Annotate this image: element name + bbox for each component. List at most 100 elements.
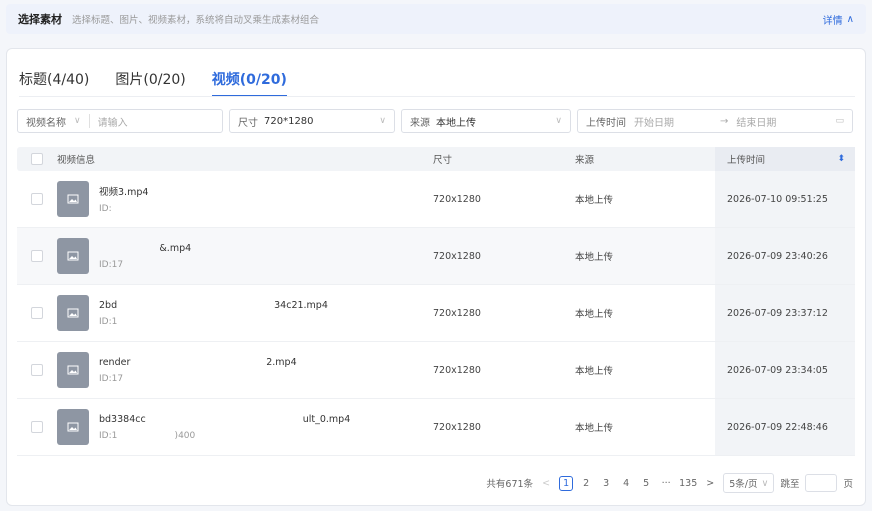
calendar-icon: ▭ <box>835 116 844 126</box>
video-id: ID: <box>99 204 112 214</box>
cell-time: 2026-07-09 23:37:12 <box>715 285 855 341</box>
divider <box>88 114 90 128</box>
row-checkbox[interactable] <box>31 307 43 319</box>
header-source: 来源 <box>575 155 595 166</box>
cell-size: 720x1280 <box>433 364 481 376</box>
image-icon <box>67 308 79 318</box>
select-all-checkbox[interactable] <box>31 153 43 165</box>
cell-time: 2026-07-09 23:34:05 <box>715 342 855 398</box>
row-checkbox[interactable] <box>31 421 43 433</box>
table-header: 视频信息 尺寸 来源 上传时间 ⬍ <box>17 147 855 171</box>
chevron-down-icon: ∨ <box>74 116 81 126</box>
table-row[interactable]: 视频3.mp4 ID: 720x1280 本地上传 2026-07-10 09:5… <box>17 171 855 228</box>
size-select[interactable]: 尺寸 720*1280 ∨ <box>229 109 395 133</box>
header-size: 尺寸 <box>433 155 453 166</box>
video-thumbnail <box>57 181 89 217</box>
source-value: 本地上传 <box>436 117 476 129</box>
video-id: ID:1 )400 <box>99 430 196 441</box>
more-pages[interactable]: ··· <box>659 478 673 489</box>
total-count: 共有671条 <box>486 479 534 490</box>
video-thumbnail <box>57 238 89 274</box>
material-header: 选择素材 选择标题、图片、视频素材，系统将自动叉乘生成素材组合 详情 ∧ <box>6 4 866 34</box>
end-date-input[interactable]: 结束日期 <box>736 114 776 129</box>
tab-divider <box>19 96 855 97</box>
page-3[interactable]: 3 <box>599 478 613 489</box>
table-row[interactable]: 2bd 34c21.mp4 ID:1 720x1280 本地上传 2026-07-… <box>17 285 855 342</box>
image-icon <box>67 422 79 432</box>
cell-size: 720x1280 <box>433 193 481 205</box>
page-2[interactable]: 2 <box>579 478 593 489</box>
header-time: 上传时间 <box>727 155 766 166</box>
cell-source: 本地上传 <box>575 423 614 434</box>
start-date-input[interactable]: 开始日期 <box>634 114 674 129</box>
source-select[interactable]: 来源 本地上传 ∨ <box>401 109 571 133</box>
table-row[interactable]: render 2.mp4 ID:17 720x1280 本地上传 2026-07-… <box>17 342 855 399</box>
pagination: 共有671条 < 1 2 3 4 5 ··· 135 > 5条/页 ∨ 跳至 页 <box>486 473 853 493</box>
chevron-down-icon: ∨ <box>555 116 562 126</box>
video-thumbnail <box>57 409 89 445</box>
date-label: 上传时间 <box>586 117 626 129</box>
row-checkbox[interactable] <box>31 364 43 376</box>
jump-page-input[interactable] <box>805 474 838 492</box>
cell-time: 2026-07-09 23:40:26 <box>715 228 855 284</box>
field-select[interactable]: 视频名称 <box>26 114 66 129</box>
page-135[interactable]: 135 <box>679 478 697 489</box>
video-thumbnail <box>57 352 89 388</box>
header-time-cell[interactable]: 上传时间 ⬍ <box>715 147 855 171</box>
header-info: 视频信息 <box>57 155 96 166</box>
image-icon <box>67 365 79 375</box>
date-range-picker[interactable]: 上传时间 开始日期 → 结束日期 ▭ <box>577 109 853 133</box>
cell-size: 720x1280 <box>433 307 481 319</box>
source-label: 来源 <box>410 117 430 129</box>
sort-icon[interactable]: ⬍ <box>837 154 845 164</box>
name-search-group: 视频名称 ∨ 请输入 <box>17 109 223 133</box>
chevron-down-icon: ∨ <box>761 477 769 489</box>
material-card: 标题(4/40) 图片(0/20) 视频(0/20) 视频名称 ∨ 请输入 尺寸… <box>6 48 866 506</box>
image-icon <box>67 194 79 204</box>
cell-size: 720x1280 <box>433 421 481 433</box>
tab-title[interactable]: 标题(4/40) <box>19 69 89 97</box>
cell-time: 2026-07-09 22:48:46 <box>715 399 855 455</box>
header-description: 选择标题、图片、视频素材，系统将自动叉乘生成素材组合 <box>72 15 320 26</box>
video-id: ID:17 <box>99 373 124 384</box>
video-thumbnail <box>57 295 89 331</box>
cell-source: 本地上传 <box>575 252 614 263</box>
video-name: bd3384cc ult_0.mp4 <box>99 413 351 425</box>
video-table: 视频信息 尺寸 来源 上传时间 ⬍ 视频3.mp4 ID: 720x1280 本地… <box>17 147 855 456</box>
table-row[interactable]: &.mp4 ID:17 720x1280 本地上传 2026-07-09 23:4… <box>17 228 855 285</box>
arrow-right-icon: → <box>720 115 729 127</box>
cell-source: 本地上传 <box>575 309 614 320</box>
page-size-select[interactable]: 5条/页 ∨ <box>723 473 775 493</box>
next-page-icon[interactable]: > <box>703 478 717 489</box>
search-input[interactable]: 请输入 <box>98 114 128 129</box>
filter-bar: 视频名称 ∨ 请输入 尺寸 720*1280 ∨ 来源 本地上传 ∨ 上传时间 … <box>17 109 853 133</box>
cell-source: 本地上传 <box>575 366 614 377</box>
tab-bar: 标题(4/40) 图片(0/20) 视频(0/20) <box>19 69 313 97</box>
video-id: ID:17 <box>99 259 124 270</box>
video-name: 视频3.mp4 <box>99 187 149 198</box>
page-5[interactable]: 5 <box>639 478 653 489</box>
cell-source: 本地上传 <box>575 195 614 206</box>
row-checkbox[interactable] <box>31 250 43 262</box>
header-title: 选择素材 <box>18 13 62 26</box>
table-row[interactable]: bd3384cc ult_0.mp4 ID:1 )400 720x1280 本地上… <box>17 399 855 456</box>
jump-label: 跳至 <box>780 479 800 490</box>
page-size-value: 5条/页 <box>729 479 758 490</box>
prev-page-icon[interactable]: < <box>539 478 553 489</box>
page-unit: 页 <box>843 479 853 490</box>
detail-label: 详情 <box>822 15 843 27</box>
size-label: 尺寸 <box>238 117 258 129</box>
size-value: 720*1280 <box>264 115 314 127</box>
row-checkbox[interactable] <box>31 193 43 205</box>
page-1[interactable]: 1 <box>559 475 574 491</box>
cell-time: 2026-07-10 09:51:25 <box>715 171 855 227</box>
page-4[interactable]: 4 <box>619 478 633 489</box>
chevron-up-icon: ∧ <box>846 13 854 25</box>
tab-image[interactable]: 图片(0/20) <box>115 69 185 97</box>
detail-toggle[interactable]: 详情 ∧ <box>823 12 854 27</box>
tab-video[interactable]: 视频(0/20) <box>211 69 287 97</box>
chevron-down-icon: ∨ <box>379 116 386 126</box>
video-id: ID:1 <box>99 316 118 327</box>
video-name: &.mp4 <box>99 242 192 254</box>
video-name: render 2.mp4 <box>99 356 297 368</box>
